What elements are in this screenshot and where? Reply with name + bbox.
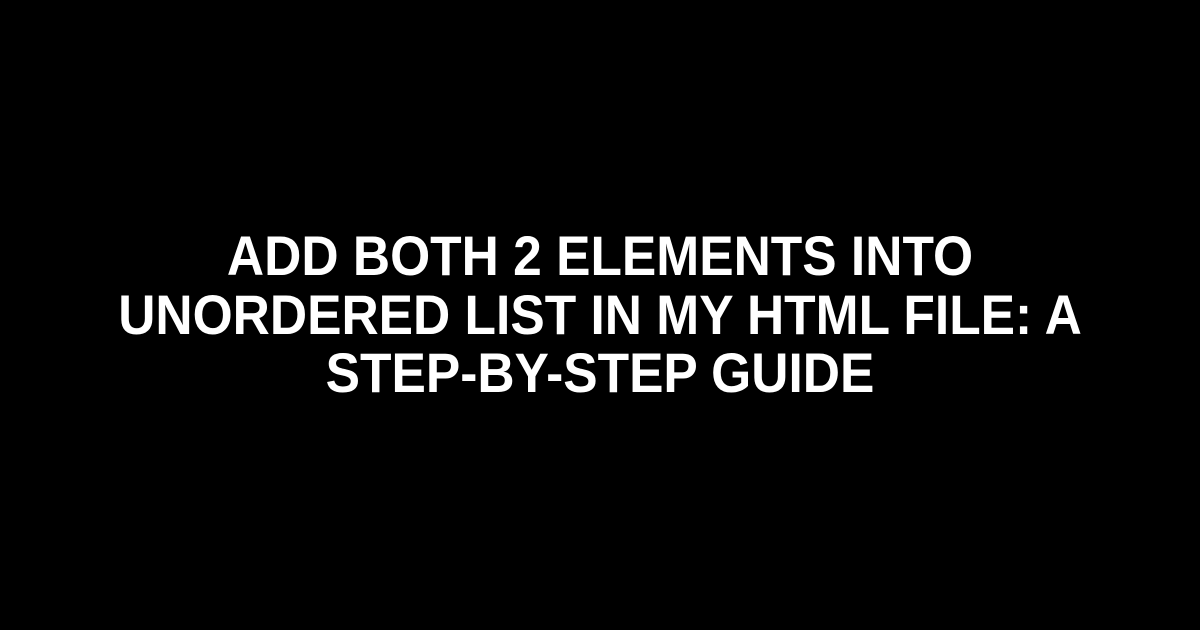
page-title: Add Both 2 Elements into Unordered List …: [48, 227, 1152, 403]
